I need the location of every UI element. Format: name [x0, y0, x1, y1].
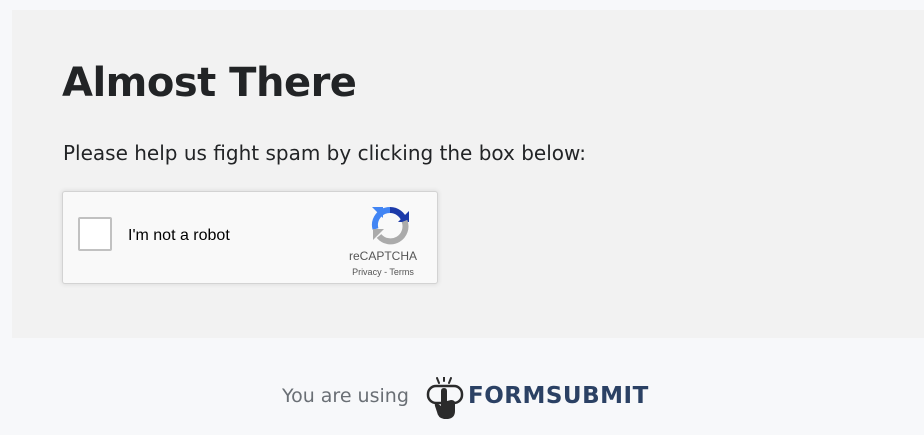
recaptcha-logo-icon	[371, 206, 409, 245]
privacy-link[interactable]: Privacy	[352, 267, 382, 277]
instructions-text: Please help us fight spam by clicking th…	[63, 141, 587, 165]
footer-prefix: You are using	[282, 385, 409, 407]
terms-link[interactable]: Terms	[389, 267, 414, 277]
formsubmit-brand[interactable]: FORMSUBMIT	[468, 383, 649, 409]
page-title: Almost There	[62, 60, 357, 106]
recaptcha-brand: reCAPTCHA	[348, 249, 417, 263]
captcha-checkbox-label[interactable]: I'm not a robot	[128, 227, 230, 245]
footer: You are using FORMSUBMIT	[0, 372, 924, 422]
pointing-hand-icon	[426, 377, 464, 419]
verification-card: Almost There Please help us fight spam b…	[12, 10, 924, 338]
recaptcha-links: Privacy - Terms	[343, 267, 423, 277]
recaptcha-widget: I'm not a robot reCAPTCHA Privacy - Term…	[62, 191, 438, 284]
not-a-robot-checkbox[interactable]	[78, 217, 112, 251]
